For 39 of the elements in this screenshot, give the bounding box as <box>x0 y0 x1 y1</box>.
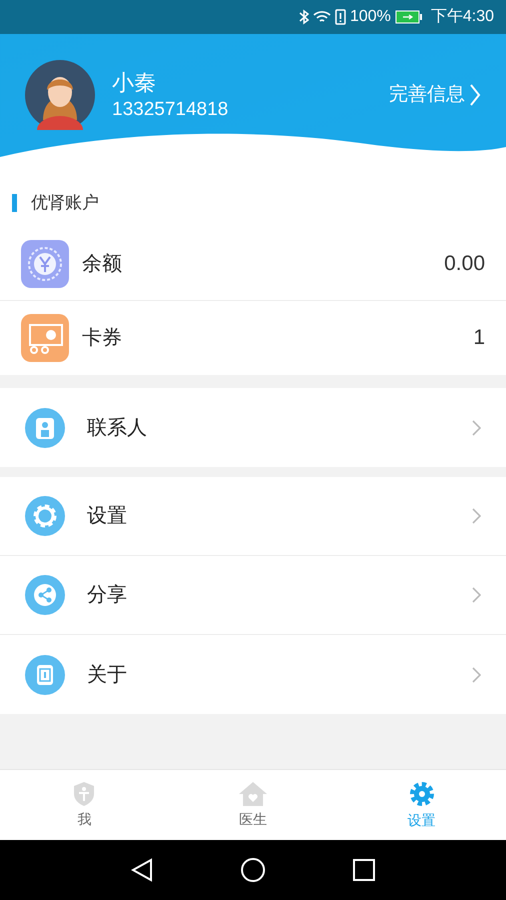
chevron-right-icon <box>469 83 481 107</box>
battery-icon <box>394 10 423 24</box>
menu-item[interactable]: 分享 <box>0 556 506 635</box>
section-title: 优肾账户 <box>31 192 99 214</box>
shield-person-icon <box>72 780 96 806</box>
chevron-right-icon <box>472 508 481 524</box>
coupon-icon <box>21 314 69 362</box>
section-marker <box>12 194 17 212</box>
sim-alert-icon <box>334 9 346 25</box>
recents-icon[interactable] <box>353 859 375 881</box>
phone-number: 13325714818 <box>112 98 228 122</box>
bluetooth-icon <box>298 9 309 25</box>
menu-item[interactable]: 关于 <box>0 635 506 714</box>
share-icon <box>25 575 65 615</box>
clock-coin-icon <box>21 240 69 288</box>
battery-percent: 100% <box>350 7 391 27</box>
row-label: 卡券 <box>82 326 122 351</box>
settings-icon <box>25 496 65 536</box>
wifi-icon <box>312 10 331 24</box>
avatar <box>25 60 95 130</box>
tab[interactable]: 医生 <box>168 770 338 840</box>
home-icon[interactable] <box>241 858 265 882</box>
phone-info-icon <box>25 654 65 694</box>
menu-item[interactable]: 设置 <box>0 477 506 556</box>
row-value: 0.00 <box>444 250 485 277</box>
account-row[interactable]: 卡券 1 <box>0 301 506 375</box>
contacts-icon <box>25 408 65 448</box>
user-name: 小秦 <box>112 69 157 97</box>
clock: 下午4:30 <box>430 7 494 27</box>
chevron-right-icon <box>472 587 481 603</box>
back-icon[interactable] <box>131 858 153 882</box>
row-label: 余额 <box>82 252 122 276</box>
house-heart-icon <box>238 780 268 806</box>
chevron-right-icon <box>472 666 481 682</box>
menu-item[interactable]: 联系人 <box>0 388 506 467</box>
chevron-right-icon <box>472 420 481 436</box>
row-value: 1 <box>473 325 485 352</box>
account-row[interactable]: 余额 0.00 <box>0 227 506 301</box>
tab[interactable]: 我 <box>0 770 169 840</box>
